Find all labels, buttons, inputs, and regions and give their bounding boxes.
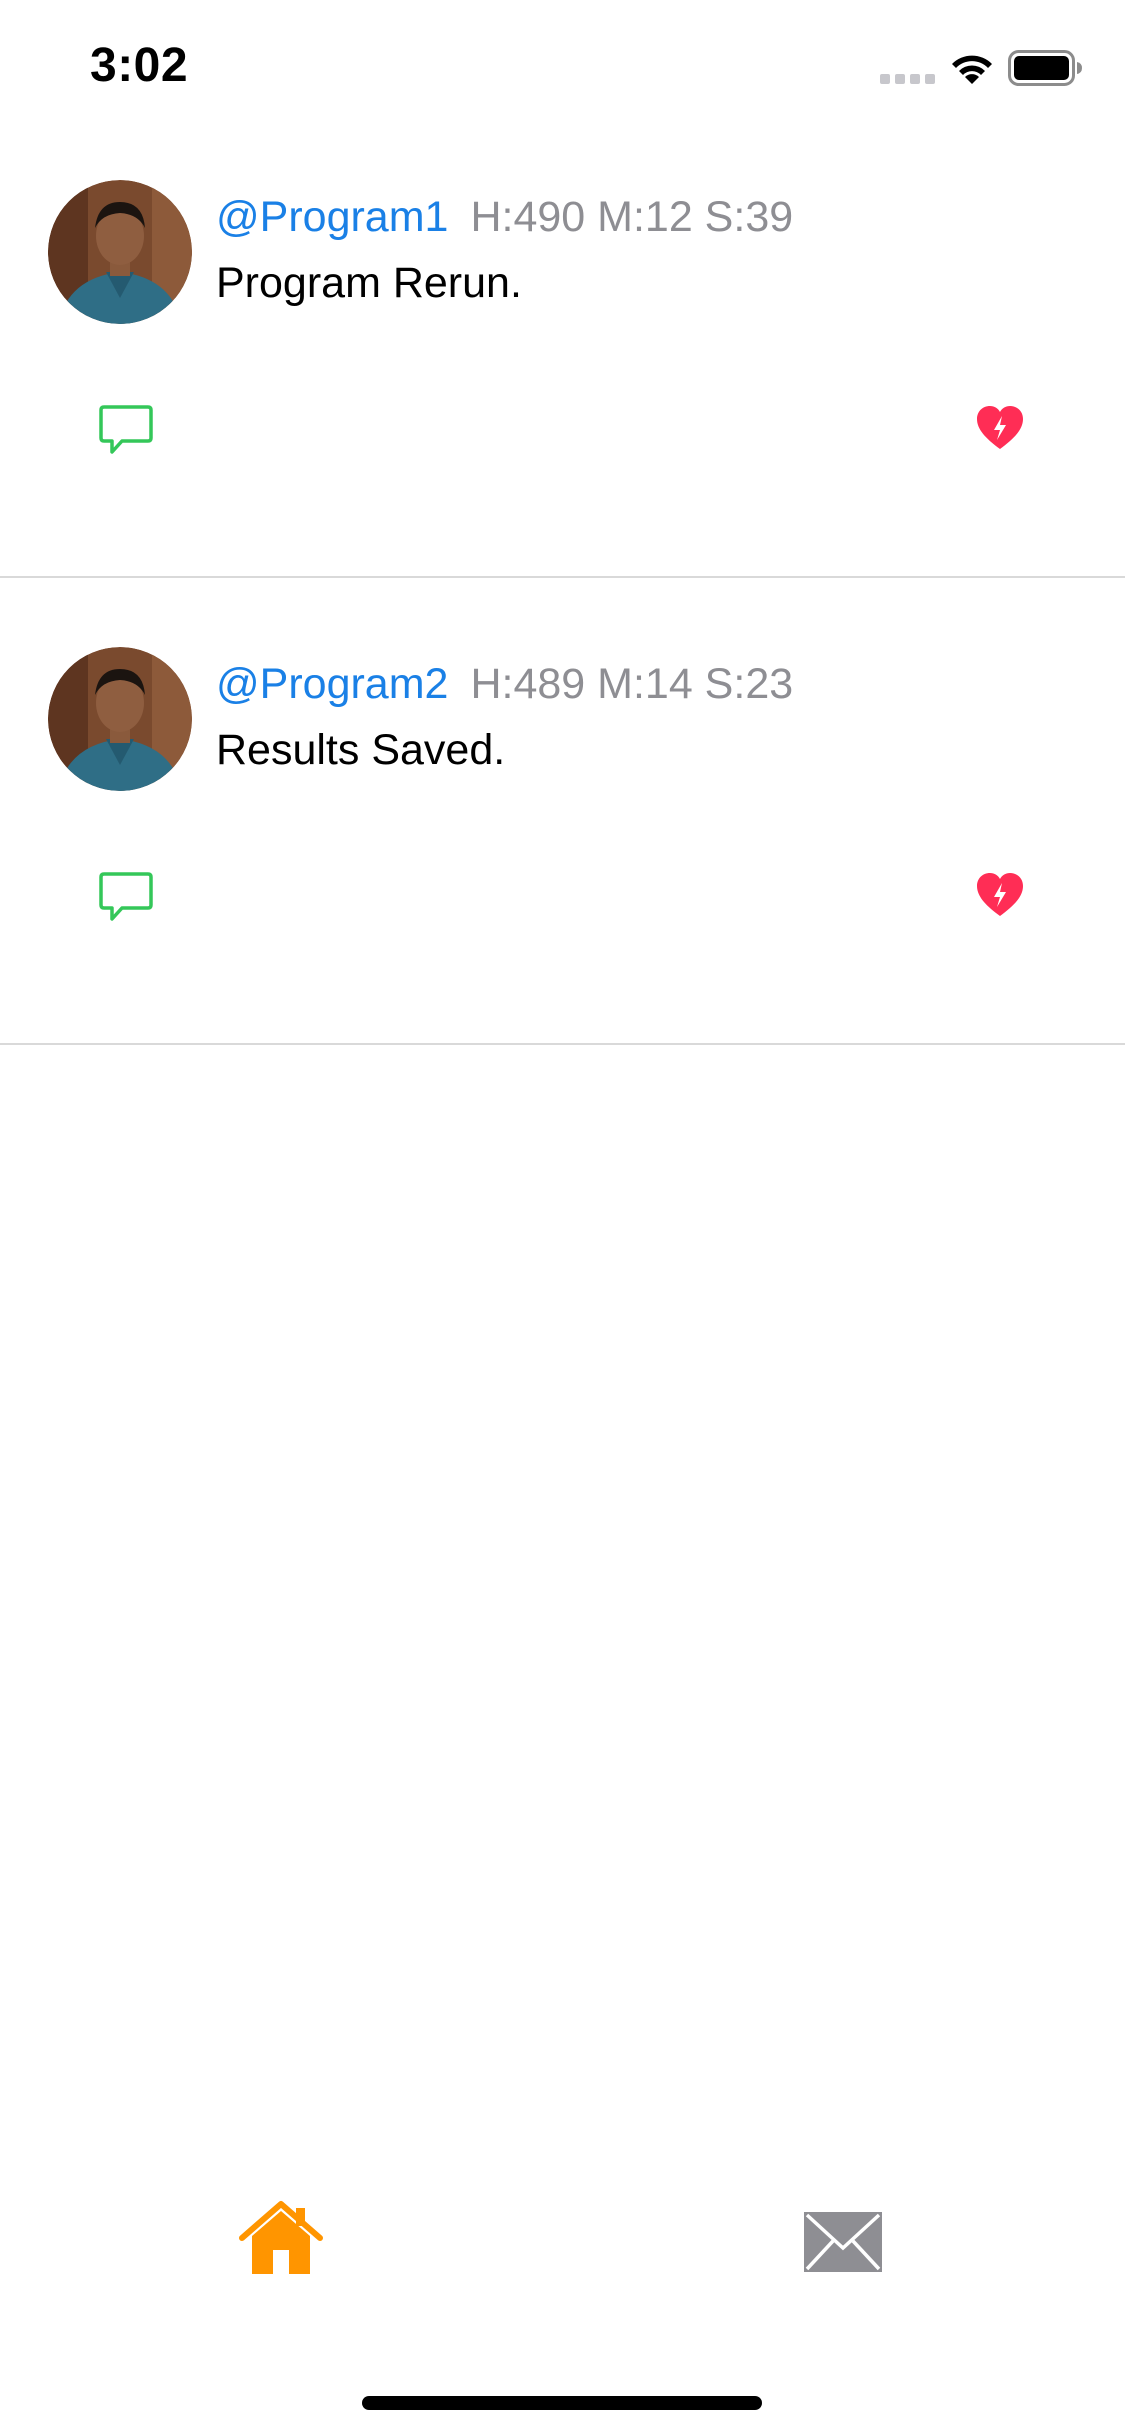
post-handle[interactable]: @Program1: [216, 193, 448, 241]
wifi-icon: [952, 55, 992, 84]
battery-icon: [1008, 50, 1082, 86]
avatar[interactable]: [48, 647, 192, 791]
cellular-signal-icon: [880, 74, 935, 84]
home-icon[interactable]: [238, 2200, 324, 2276]
tab-bar: [0, 2180, 1125, 2320]
mail-icon[interactable]: [804, 2212, 882, 2272]
post-header: @Program2 H:489 M:14 S:23: [216, 660, 793, 709]
comment-icon[interactable]: [98, 404, 154, 456]
post-timestamp: H:490 M:12 S:39: [470, 193, 794, 241]
post-handle[interactable]: @Program2: [216, 660, 448, 708]
post-header: @Program1 H:490 M:12 S:39: [216, 193, 793, 242]
feed-post[interactable]: @Program2 H:489 M:14 S:23 Results Saved.: [0, 578, 1125, 1045]
post-text: Program Rerun.: [216, 259, 522, 307]
heart-bolt-icon[interactable]: [975, 871, 1025, 919]
avatar[interactable]: [48, 180, 192, 324]
comment-icon[interactable]: [98, 871, 154, 923]
heart-bolt-icon[interactable]: [975, 404, 1025, 452]
status-time: 3:02: [90, 39, 189, 92]
feed-post[interactable]: @Program1 H:490 M:12 S:39 Program Rerun.: [0, 111, 1125, 578]
post-text: Results Saved.: [216, 726, 506, 774]
home-indicator: [362, 2396, 762, 2410]
post-timestamp: H:489 M:14 S:23: [470, 660, 794, 708]
app-screen: 3:02 @Program1 H:490 M:12 S:39 Program R…: [0, 0, 1125, 2436]
feed-list: @Program1 H:490 M:12 S:39 Program Rerun.: [0, 111, 1125, 1045]
